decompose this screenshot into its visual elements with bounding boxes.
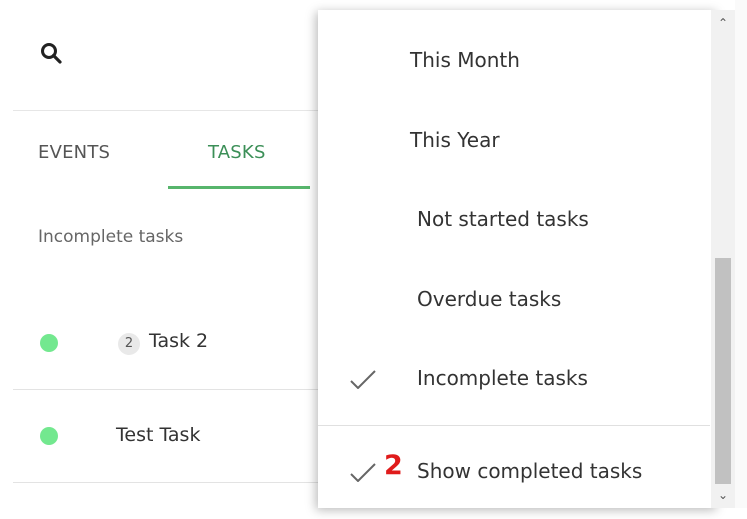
menu-item-label: This Year: [410, 128, 500, 152]
chevron-down-icon[interactable]: ⌄: [711, 488, 735, 506]
scroll-thumb[interactable]: [715, 258, 731, 484]
count-badge: 2: [118, 333, 140, 355]
search-icon[interactable]: [40, 42, 62, 64]
status-dot: [40, 427, 58, 445]
left-panel: EVENTS TASKS Incomplete tasks 2 Task 2 T…: [13, 0, 318, 508]
task-title[interactable]: Task 2: [149, 330, 208, 352]
check-icon: [350, 370, 376, 389]
menu-item-label: Overdue tasks: [417, 287, 562, 311]
active-tab-indicator: [168, 186, 310, 189]
menu-divider: [318, 425, 710, 426]
menu-item-label: This Month: [410, 48, 520, 72]
tab-events[interactable]: EVENTS: [38, 142, 110, 163]
annotation-number: 2: [384, 450, 403, 481]
menu-item-overdue-tasks[interactable]: Overdue tasks: [318, 287, 710, 347]
menu-item-incomplete-tasks[interactable]: Incomplete tasks: [318, 366, 710, 426]
filter-dropdown-menu: This Month This Year Not started tasks O…: [318, 10, 718, 508]
task-row[interactable]: Test Task: [13, 389, 318, 483]
header-divider: [13, 110, 318, 111]
menu-item-this-year[interactable]: This Year: [318, 128, 710, 188]
menu-item-this-month[interactable]: This Month: [318, 48, 710, 108]
check-icon: [350, 463, 376, 482]
menu-item-label: Not started tasks: [417, 207, 589, 231]
chevron-up-icon[interactable]: ⌃: [711, 16, 735, 34]
status-dot: [40, 334, 58, 352]
menu-item-show-completed-tasks[interactable]: Show completed tasks: [318, 459, 710, 519]
background-edge: [735, 0, 747, 508]
menu-item-label: Incomplete tasks: [417, 366, 588, 390]
tab-tasks[interactable]: TASKS: [208, 142, 266, 163]
menu-item-label: Show completed tasks: [417, 459, 643, 483]
task-row[interactable]: 2 Task 2: [13, 297, 318, 389]
section-label: Incomplete tasks: [38, 227, 184, 247]
menu-item-not-started-tasks[interactable]: Not started tasks: [318, 207, 710, 267]
scrollbar[interactable]: ⌃ ⌄: [711, 10, 735, 508]
task-title[interactable]: Test Task: [116, 424, 200, 446]
